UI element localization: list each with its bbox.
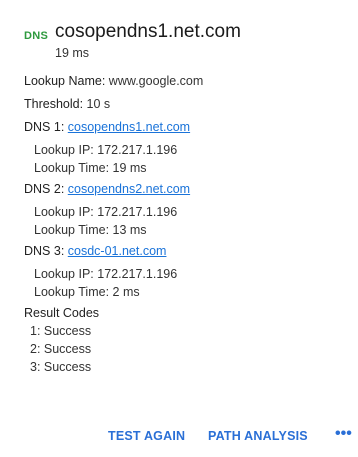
dns-badge-icon: DNS xyxy=(24,30,49,42)
test-again-button[interactable]: TEST AGAIN xyxy=(108,429,185,443)
dns3-row: DNS 3: cosdc-01.net.com xyxy=(24,242,344,260)
dns2-row: DNS 2: cosopendns2.net.com xyxy=(24,180,344,198)
lookup-name-row: Lookup Name: www.google.com xyxy=(24,72,344,90)
lookup-name-value: www.google.com xyxy=(108,74,204,88)
threshold-label: Threshold: xyxy=(24,97,84,111)
result-header: DNS cosopendns1.net.com 19 ms xyxy=(24,16,344,60)
dns2-link[interactable]: cosopendns2.net.com xyxy=(68,182,190,196)
dns1-lookup-time: Lookup Time: 19 ms xyxy=(34,161,147,175)
dns2-label: DNS 2: xyxy=(24,182,65,196)
dns1-lookup-ip: Lookup IP: 172.217.1.196 xyxy=(34,143,178,157)
result-code-item: 2: Success xyxy=(30,342,92,356)
dns1-label: DNS 1: xyxy=(24,120,65,134)
dns2-lookup-ip: Lookup IP: 172.217.1.196 xyxy=(34,205,178,219)
more-options-icon[interactable]: ••• xyxy=(335,425,352,443)
dns3-label: DNS 3: xyxy=(24,244,65,258)
threshold-row: Threshold: 10 s xyxy=(24,95,344,113)
result-code-item: 1: Success xyxy=(30,324,92,338)
threshold-value: 10 s xyxy=(86,97,111,111)
action-bar: TEST AGAIN PATH ANALYSIS ••• xyxy=(0,425,358,449)
dns1-row: DNS 1: cosopendns1.net.com xyxy=(24,118,344,136)
lookup-name-label: Lookup Name: xyxy=(24,74,106,88)
dns1-link[interactable]: cosopendns1.net.com xyxy=(68,120,190,134)
dns3-lookup-ip: Lookup IP: 172.217.1.196 xyxy=(34,267,178,281)
dns2-lookup-time: Lookup Time: 13 ms xyxy=(34,223,147,237)
path-analysis-button[interactable]: PATH ANALYSIS xyxy=(208,429,308,443)
dns3-link[interactable]: cosdc-01.net.com xyxy=(68,244,167,258)
dns3-lookup-time: Lookup Time: 2 ms xyxy=(34,285,140,299)
result-codes-title: Result Codes xyxy=(24,306,100,320)
result-code-item: 3: Success xyxy=(30,360,92,374)
server-title: cosopendns1.net.com xyxy=(55,21,241,42)
result-details: Lookup Name: www.google.com Threshold: 1… xyxy=(24,72,344,376)
response-time: 19 ms xyxy=(55,46,90,60)
